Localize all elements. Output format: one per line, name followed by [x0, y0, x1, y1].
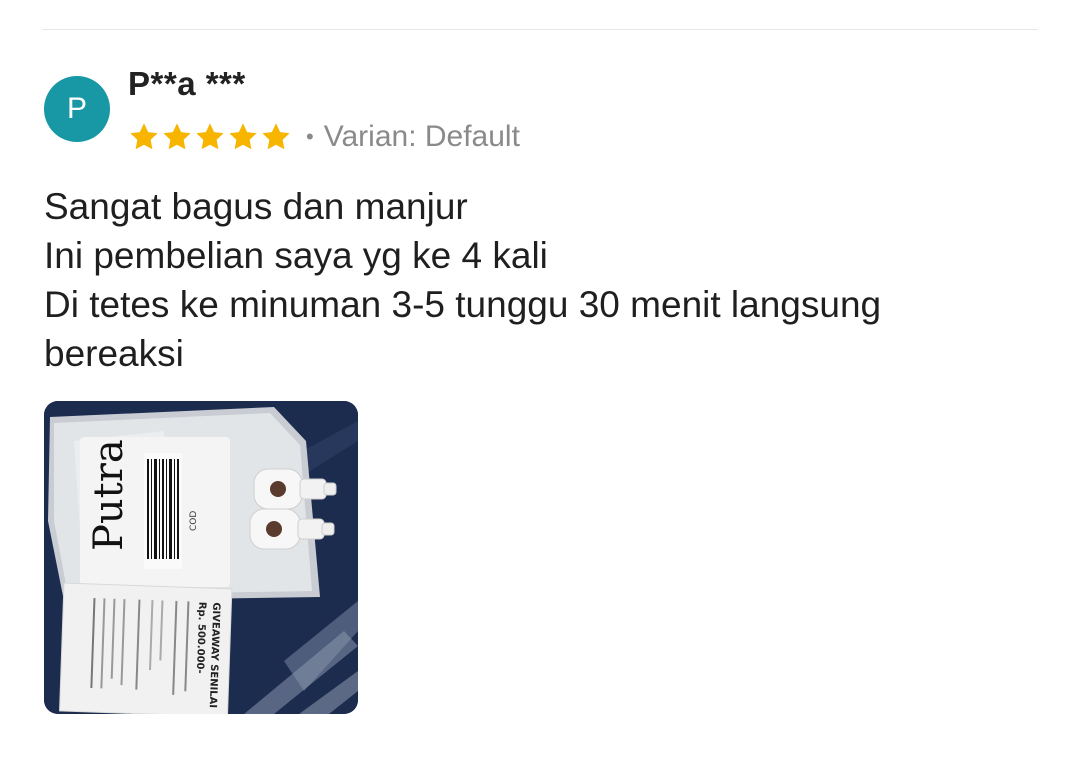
top-divider — [42, 29, 1038, 30]
star-icon — [262, 123, 290, 150]
review-text-line: bereaksi — [44, 333, 184, 374]
star-icon — [229, 123, 257, 150]
review-text-line: Di tetes ke minuman 3-5 tunggu 30 menit … — [44, 284, 882, 325]
handwritten-label: Putra — [86, 439, 132, 551]
separator-dot: • — [306, 124, 314, 149]
variant-label: Varian: Default — [323, 120, 520, 153]
review-photo[interactable]: Putra COD GIVEAWAY SENILAI Rp. 500.000- — [44, 401, 358, 714]
rating-row: • Varian: Default — [128, 116, 520, 158]
review-text: Sangat bagus dan manjur Ini pembelian sa… — [44, 182, 1044, 378]
package-code: COD — [189, 511, 199, 531]
review-text-line: Sangat bagus dan manjur — [44, 186, 468, 227]
review-text-line: Ini pembelian saya yg ke 4 kali — [44, 235, 548, 276]
reviewer-name: P**a *** — [128, 65, 246, 102]
star-icon — [196, 123, 224, 150]
star-icon — [163, 123, 191, 150]
review-photo-image: Putra COD GIVEAWAY SENILAI Rp. 500.000- — [44, 401, 358, 714]
avatar: P — [44, 76, 110, 142]
star-rating — [128, 121, 292, 153]
star-icon — [130, 123, 158, 150]
review-card: P P**a *** • Varian: Default Sangat bagu… — [0, 0, 1080, 760]
